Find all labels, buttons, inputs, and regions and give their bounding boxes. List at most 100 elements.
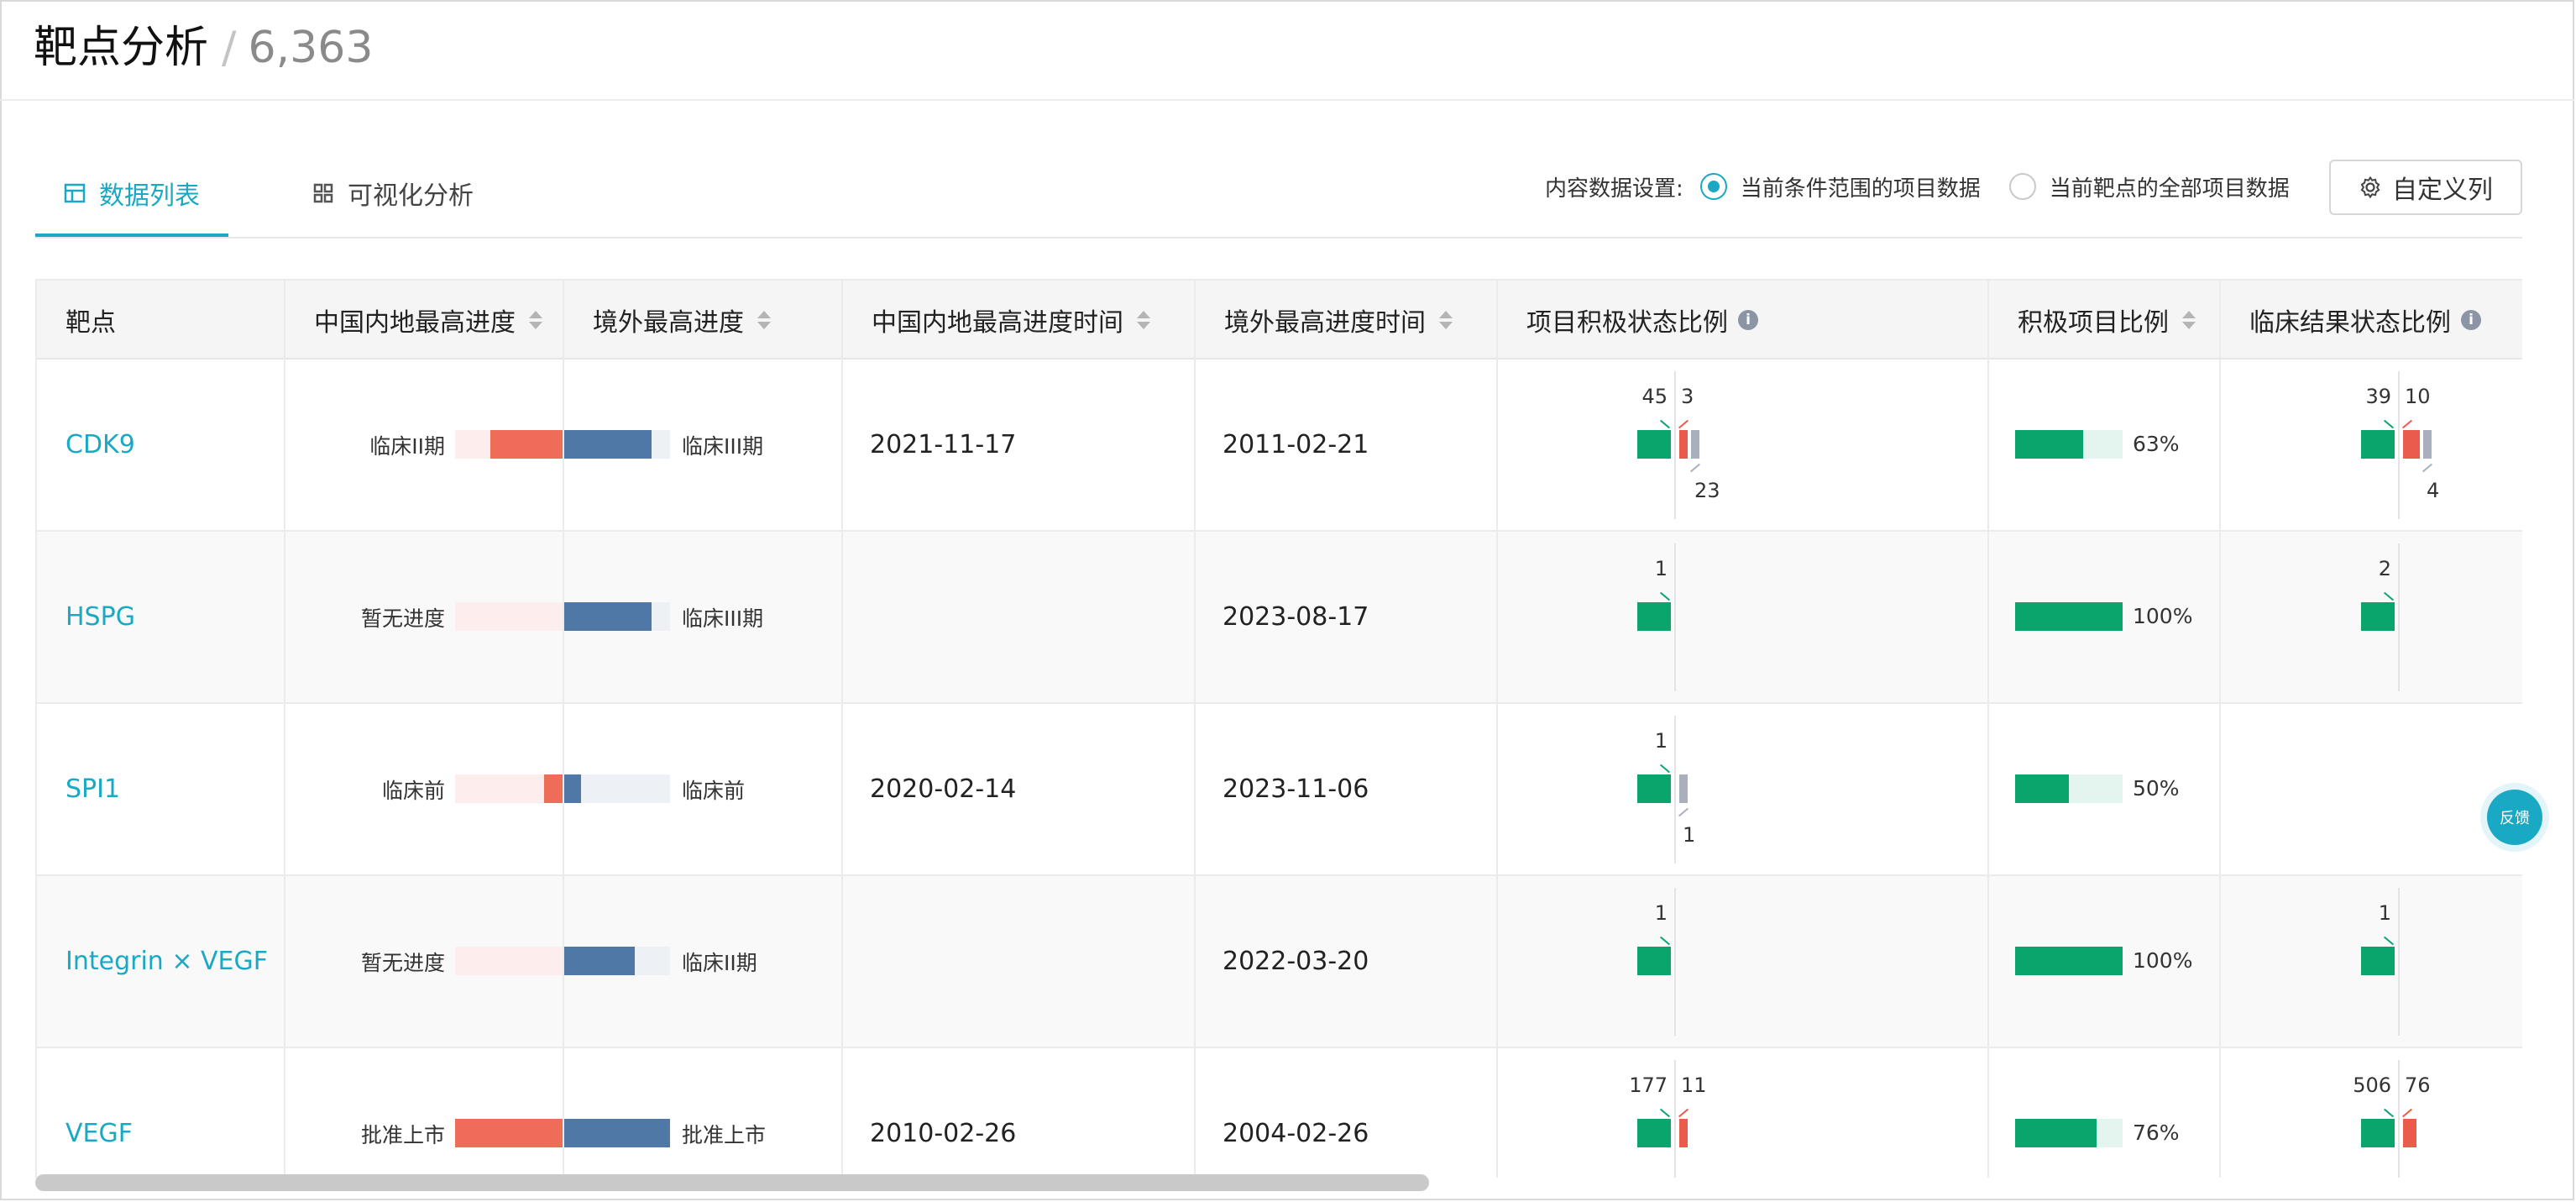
clinical-negative-tick xyxy=(2401,1108,2413,1118)
sort-icon[interactable] xyxy=(2182,311,2196,329)
col-header-os-phase[interactable]: 境外最高进度 xyxy=(564,281,771,360)
col-cn-phase-label: 中国内地最高进度 xyxy=(314,308,516,338)
clinical-negative-tick xyxy=(2401,419,2413,429)
status-positive-bar xyxy=(1637,774,1671,803)
status-positive-count: 45 xyxy=(1641,385,1668,408)
positive-ratio-bar xyxy=(2015,1119,2097,1147)
tab-data-list-label: 数据列表 xyxy=(99,181,200,211)
clinical-positive-count: 1 xyxy=(2378,901,2391,925)
col-header-target: 靶点 xyxy=(37,281,116,360)
status-positive-tick xyxy=(1659,764,1671,774)
status-positive-tick xyxy=(1659,936,1671,946)
sort-icon[interactable] xyxy=(529,311,542,329)
os-phase-bar xyxy=(563,947,635,975)
target-link[interactable]: Integrin × VEGF xyxy=(65,876,268,1047)
col-cn-date-label: 中国内地最高进度时间 xyxy=(872,308,1123,338)
col-header-os-date[interactable]: 境外最高进度时间 xyxy=(1196,281,1453,360)
sort-icon[interactable] xyxy=(1137,311,1150,329)
positive-ratio-bar xyxy=(2015,947,2123,975)
target-link[interactable]: VEGF xyxy=(65,1048,133,1178)
cn-phase-bar xyxy=(544,774,563,803)
target-link[interactable]: SPI1 xyxy=(65,704,120,874)
info-icon[interactable]: i xyxy=(2461,310,2481,330)
cn-phase-bar xyxy=(455,1119,563,1147)
feedback-button[interactable]: 反馈 xyxy=(2487,790,2542,845)
radio-all-projects-label[interactable]: 当前靶点的全部项目数据 xyxy=(2050,171,2290,202)
status-axis xyxy=(2398,543,2400,691)
info-icon[interactable]: i xyxy=(1738,310,1758,330)
horizontal-scrollbar[interactable] xyxy=(35,1174,1429,1191)
cn-phase-label: 批准上市 xyxy=(360,1123,445,1147)
positive-ratio-label: 76% xyxy=(2133,1121,2180,1145)
positive-ratio-bar xyxy=(2015,774,2069,803)
os-phase-bar xyxy=(563,1119,670,1147)
status-neutral-count: 23 xyxy=(1694,479,1720,502)
radio-all-projects[interactable] xyxy=(2008,173,2036,200)
table-header: 靶点 中国内地最高进度 境外最高进度 中国内地最高进度时间 境外最高进度时间 项… xyxy=(37,281,2522,360)
sort-icon[interactable] xyxy=(757,311,771,329)
os-phase-bar xyxy=(563,774,581,803)
col-header-cn-date[interactable]: 中国内地最高进度时间 xyxy=(843,281,1150,360)
cn-phase-bar xyxy=(490,430,563,459)
column-divider xyxy=(1987,281,1989,1178)
radio-current-scope-label[interactable]: 当前条件范围的项目数据 xyxy=(1741,171,1981,202)
status-neutral-tick xyxy=(1689,463,1701,473)
os-phase-label: 临床II期 xyxy=(682,951,757,975)
col-header-cn-phase[interactable]: 中国内地最高进度 xyxy=(285,281,542,360)
positive-ratio-label: 100% xyxy=(2133,948,2193,973)
cn-phase-label: 临床II期 xyxy=(369,434,445,459)
col-os-date-label: 境外最高进度时间 xyxy=(1224,308,1426,338)
status-neutral-count: 1 xyxy=(1683,823,1696,847)
os-date: 2011-02-21 xyxy=(1223,430,1369,459)
clinical-positive-count: 506 xyxy=(2353,1073,2391,1097)
radio-current-scope[interactable] xyxy=(1699,173,1727,200)
table-icon xyxy=(64,183,86,203)
clinical-positive-bar xyxy=(2361,602,2395,631)
col-header-positive-ratio[interactable]: 积极项目比例 xyxy=(1989,281,2196,360)
cn-phase-label: 临床前 xyxy=(381,779,445,803)
clinical-positive-tick xyxy=(2383,936,2395,946)
table-row: HSPG 暂无进度 临床III期 2023-08-17 1 100% 2 xyxy=(37,532,2522,704)
status-negative-count: 11 xyxy=(1681,1073,1707,1097)
cn-date: 2010-02-26 xyxy=(870,1119,1017,1148)
os-date: 2023-11-06 xyxy=(1223,774,1369,804)
status-positive-count: 1 xyxy=(1654,729,1668,753)
grid-icon xyxy=(313,183,333,203)
status-positive-tick xyxy=(1659,591,1671,601)
title-separator: / xyxy=(222,23,237,73)
tab-visual-analysis[interactable]: 可视化分析 xyxy=(312,175,474,212)
clinical-neutral-bar xyxy=(2423,430,2432,459)
col-header-status-ratio: 项目积极状态比例 i xyxy=(1498,281,1758,360)
clinical-positive-bar xyxy=(2361,1119,2395,1147)
sort-icon[interactable] xyxy=(1439,311,1453,329)
status-negative-tick xyxy=(1678,419,1689,429)
status-axis xyxy=(2398,1060,2400,1178)
status-axis xyxy=(1674,543,1676,691)
column-divider xyxy=(2219,281,2221,1178)
result-count: 6,363 xyxy=(248,23,374,73)
customize-columns-button[interactable]: 自定义列 xyxy=(2329,160,2522,215)
col-clinical-ratio-label: 临床结果状态比例 xyxy=(2249,308,2451,338)
tab-data-list[interactable]: 数据列表 xyxy=(64,175,200,212)
status-positive-bar xyxy=(1637,1119,1671,1147)
os-phase-bar xyxy=(563,602,652,631)
title-text: 靶点分析 xyxy=(34,23,209,73)
status-positive-bar xyxy=(1637,947,1671,975)
target-link[interactable]: CDK9 xyxy=(65,360,135,530)
col-status-ratio-label: 项目积极状态比例 xyxy=(1526,308,1728,338)
os-phase-bar xyxy=(563,430,652,459)
feedback-label: 反馈 xyxy=(2500,810,2530,827)
status-axis xyxy=(1674,371,1676,519)
positive-ratio-bar xyxy=(2015,602,2123,631)
target-link[interactable]: HSPG xyxy=(65,532,135,702)
column-divider xyxy=(1194,281,1196,1178)
gear-icon xyxy=(2360,176,2380,199)
positive-ratio-label: 50% xyxy=(2133,776,2180,800)
status-negative-bar xyxy=(1679,1119,1688,1147)
clinical-negative-bar xyxy=(2403,430,2420,459)
clinical-positive-count: 39 xyxy=(2365,385,2391,408)
cn-phase-track xyxy=(455,947,563,975)
status-neutral-bar xyxy=(1679,774,1688,803)
column-divider xyxy=(1496,281,1498,1178)
col-positive-ratio-label: 积极项目比例 xyxy=(2018,308,2169,338)
